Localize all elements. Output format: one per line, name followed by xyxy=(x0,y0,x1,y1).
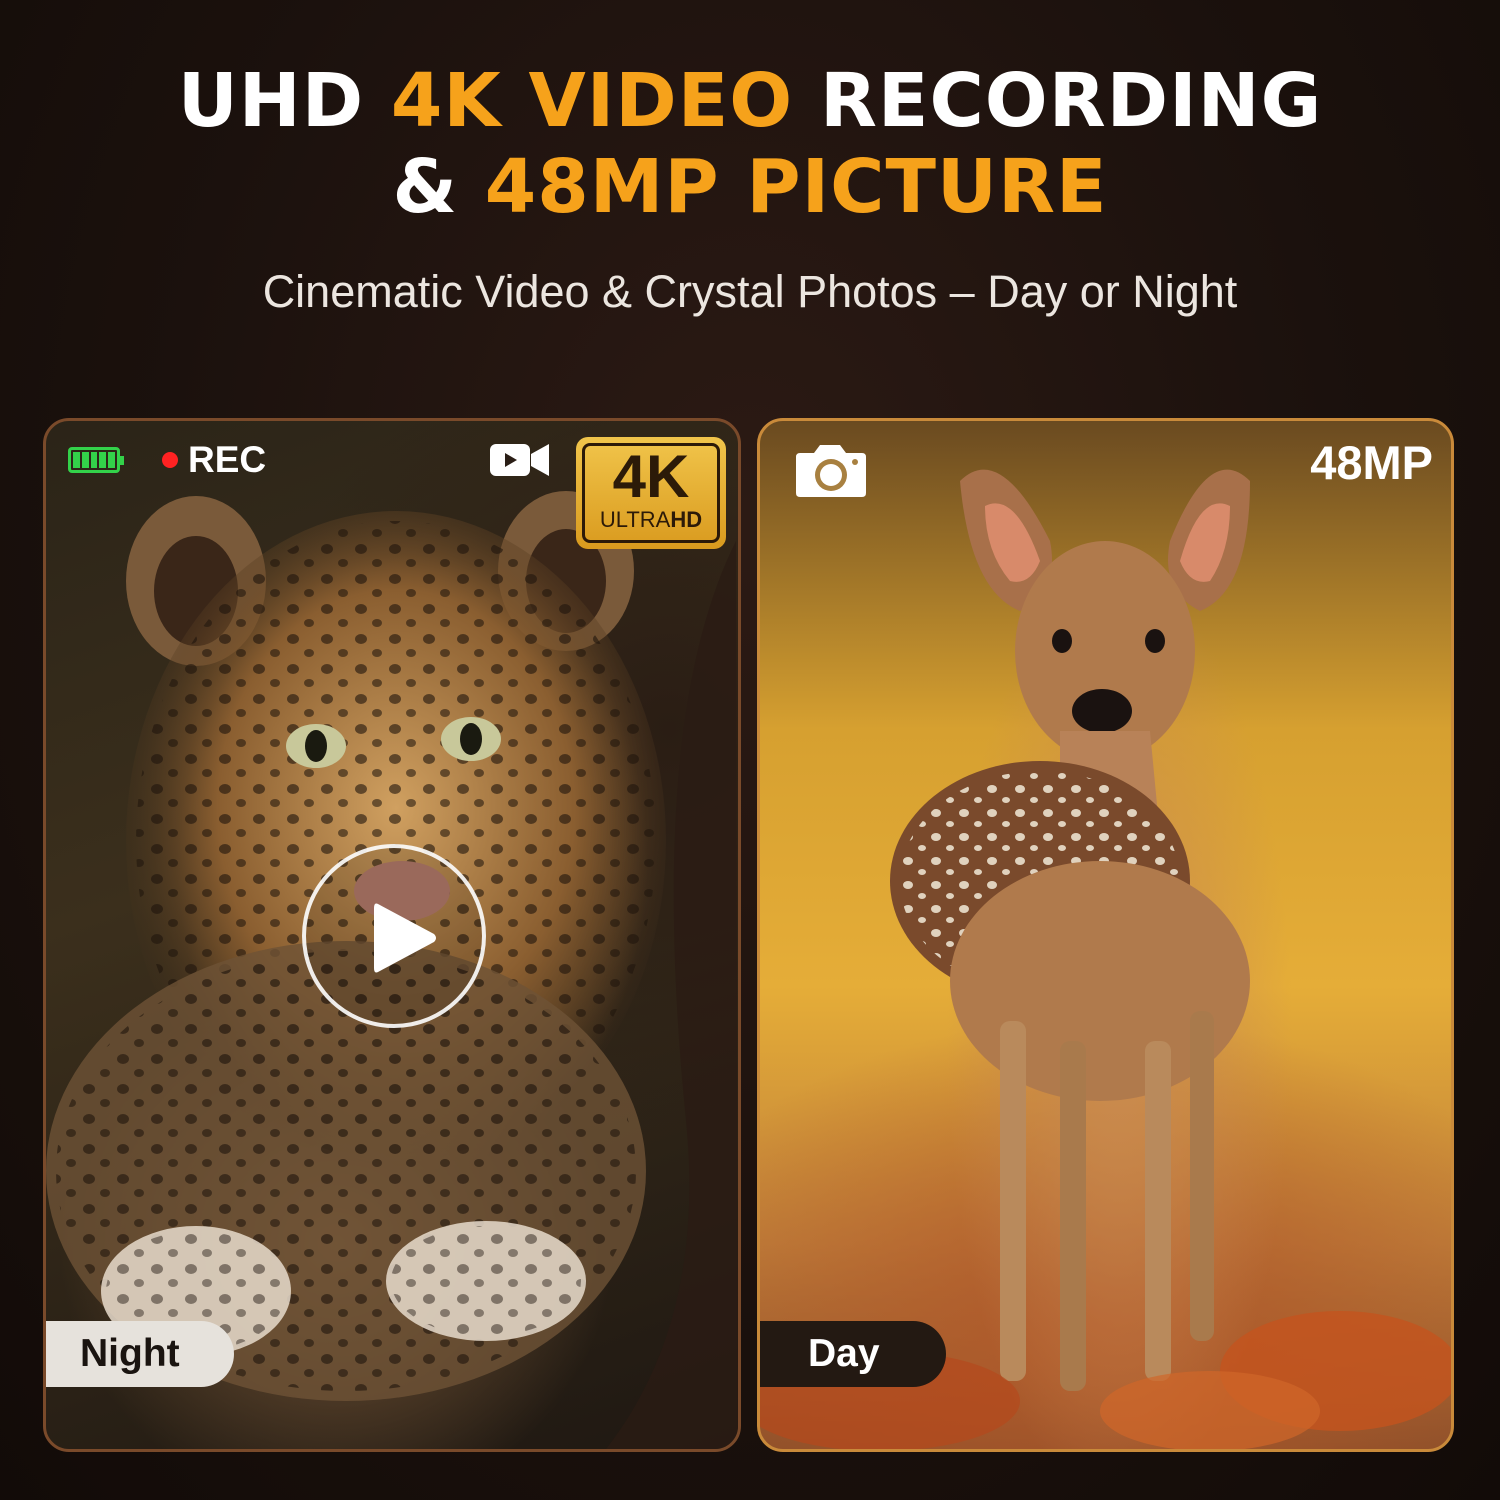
day-mode-label: Day xyxy=(760,1321,946,1387)
video-camera-icon xyxy=(490,444,549,476)
badge-ultra-hd-text: ULTRAHD xyxy=(585,508,717,532)
play-button[interactable] xyxy=(302,844,486,1028)
rec-label: REC xyxy=(188,439,267,480)
headline-text: UHD xyxy=(177,58,391,144)
badge-4k-text: 4K xyxy=(612,443,690,510)
headline-line-1: UHD 4K VIDEO RECORDING xyxy=(0,58,1500,144)
rec-dot-icon xyxy=(162,452,178,468)
rec-indicator: REC xyxy=(162,439,266,481)
headline-text: & xyxy=(392,144,485,230)
fawn-photo xyxy=(760,469,1451,1449)
headline-accent: 48MP PICTURE xyxy=(484,144,1108,230)
4k-ultra-hd-badge: 4K ULTRAHD xyxy=(576,437,726,549)
photo-panel: 48MP Day xyxy=(757,418,1454,1452)
headline: UHD 4K VIDEO RECORDING & 48MP PICTURE xyxy=(0,58,1500,230)
badge-ultra-text: ULTRA xyxy=(599,507,671,532)
play-icon xyxy=(374,903,436,973)
headline-text: RECORDING xyxy=(793,58,1323,144)
night-mode-label: Night xyxy=(46,1321,234,1387)
headline-accent: 4K VIDEO xyxy=(390,58,794,144)
video-panel: REC 4K ULTRAHD Night xyxy=(43,418,741,1452)
photo-camera-icon xyxy=(796,445,866,497)
battery-full-icon xyxy=(68,447,124,473)
resolution-label: 48MP xyxy=(1310,436,1433,489)
subtitle: Cinematic Video & Crystal Photos – Day o… xyxy=(262,266,1238,317)
badge-hd-text: HD xyxy=(670,507,703,532)
headline-line-2: & 48MP PICTURE xyxy=(0,144,1500,230)
